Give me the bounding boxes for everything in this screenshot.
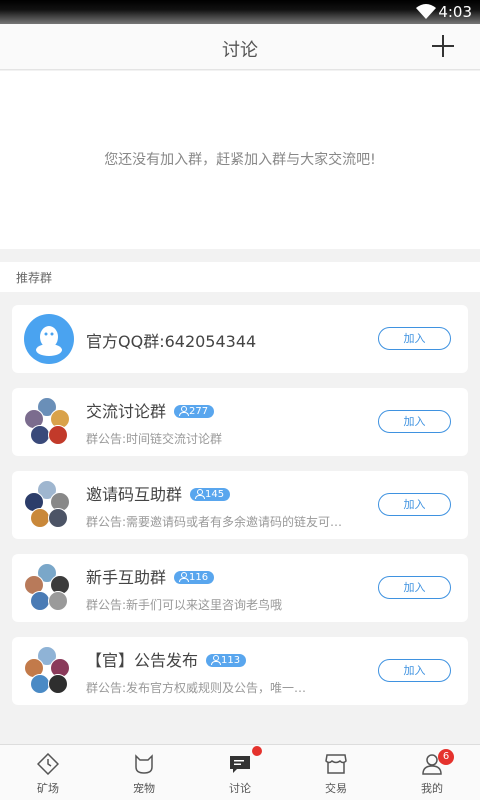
group-notice: 群公告:需要邀请码或者有多余邀请码的链友可…: [86, 515, 343, 529]
group-name: 交流讨论群 277: [86, 398, 215, 422]
group-card[interactable]: 邀请码互助群 145 群公告:需要邀请码或者有多余邀请码的链友可… 加入: [12, 471, 468, 539]
tab-mining[interactable]: 矿场: [0, 745, 96, 800]
person-icon: [211, 655, 222, 665]
member-count-badge: 113: [206, 654, 247, 667]
group-card[interactable]: 新手互助群 116 群公告:新手们可以来这里咨询老鸟哦 加入: [12, 554, 468, 622]
tab-discuss[interactable]: 讨论: [192, 745, 288, 800]
member-count-badge: 277: [174, 405, 215, 418]
status-time: 4:03: [438, 3, 472, 21]
cat-icon: [135, 754, 153, 774]
join-button[interactable]: 加入: [378, 576, 451, 599]
join-button[interactable]: 加入: [378, 327, 451, 350]
person-icon: [179, 572, 190, 582]
tab-label: 矿场: [37, 782, 59, 795]
group-notice: 群公告:新手们可以来这里咨询老鸟哦: [86, 598, 283, 612]
group-card-qq[interactable]: 官方QQ群:642054344 加入: [12, 305, 468, 373]
empty-state: 您还没有加入群，赶紧加入群与大家交流吧!: [0, 71, 480, 249]
join-button[interactable]: 加入: [378, 410, 451, 433]
group-avatar: [24, 646, 74, 696]
group-card[interactable]: 交流讨论群 277 群公告:时间链交流讨论群 加入: [12, 388, 468, 456]
group-name: 【官】公告发布 113: [86, 647, 247, 671]
bottom-tab-bar: 矿场 宠物 讨论 交易 6 我的: [0, 744, 480, 800]
page-title: 讨论: [222, 40, 258, 61]
notification-dot: [252, 746, 262, 756]
group-avatar: [24, 480, 74, 530]
tab-mine[interactable]: 6 我的: [384, 745, 480, 800]
member-count-badge: 145: [190, 488, 231, 501]
tab-label: 宠物: [133, 782, 155, 795]
group-notice: 群公告:时间链交流讨论群: [86, 432, 223, 446]
qq-penguin-icon: [24, 314, 74, 364]
group-name: 官方QQ群:642054344: [86, 332, 257, 351]
top-nav: 讨论: [0, 24, 480, 70]
empty-message: 您还没有加入群，赶紧加入群与大家交流吧!: [104, 152, 376, 168]
tab-pet[interactable]: 宠物: [96, 745, 192, 800]
tab-label: 交易: [325, 782, 347, 795]
add-icon[interactable]: [432, 34, 456, 58]
shop-icon: [325, 754, 347, 774]
tab-label: 讨论: [229, 782, 251, 795]
group-name: 新手互助群 116: [86, 564, 215, 588]
group-avatar: [24, 397, 74, 447]
group-avatar: [24, 563, 74, 613]
wifi-icon: [416, 4, 436, 19]
person-icon: [179, 406, 190, 416]
chat-icon: [230, 756, 250, 773]
status-bar: 4:03: [0, 0, 480, 24]
member-count-badge: 116: [174, 571, 215, 584]
tab-label: 我的: [421, 782, 443, 795]
group-notice: 群公告:发布官方权威规则及公告，唯一…: [86, 681, 307, 695]
section-label-recommended: 推荐群: [0, 262, 480, 292]
person-icon: [195, 489, 206, 499]
join-button[interactable]: 加入: [378, 493, 451, 516]
join-button[interactable]: 加入: [378, 659, 451, 682]
notification-badge: 6: [438, 749, 454, 765]
tab-trade[interactable]: 交易: [288, 745, 384, 800]
group-name: 邀请码互助群 145: [86, 481, 231, 505]
group-card[interactable]: 【官】公告发布 113 群公告:发布官方权威规则及公告，唯一… 加入: [12, 637, 468, 705]
clock-diamond-icon: [37, 753, 59, 775]
